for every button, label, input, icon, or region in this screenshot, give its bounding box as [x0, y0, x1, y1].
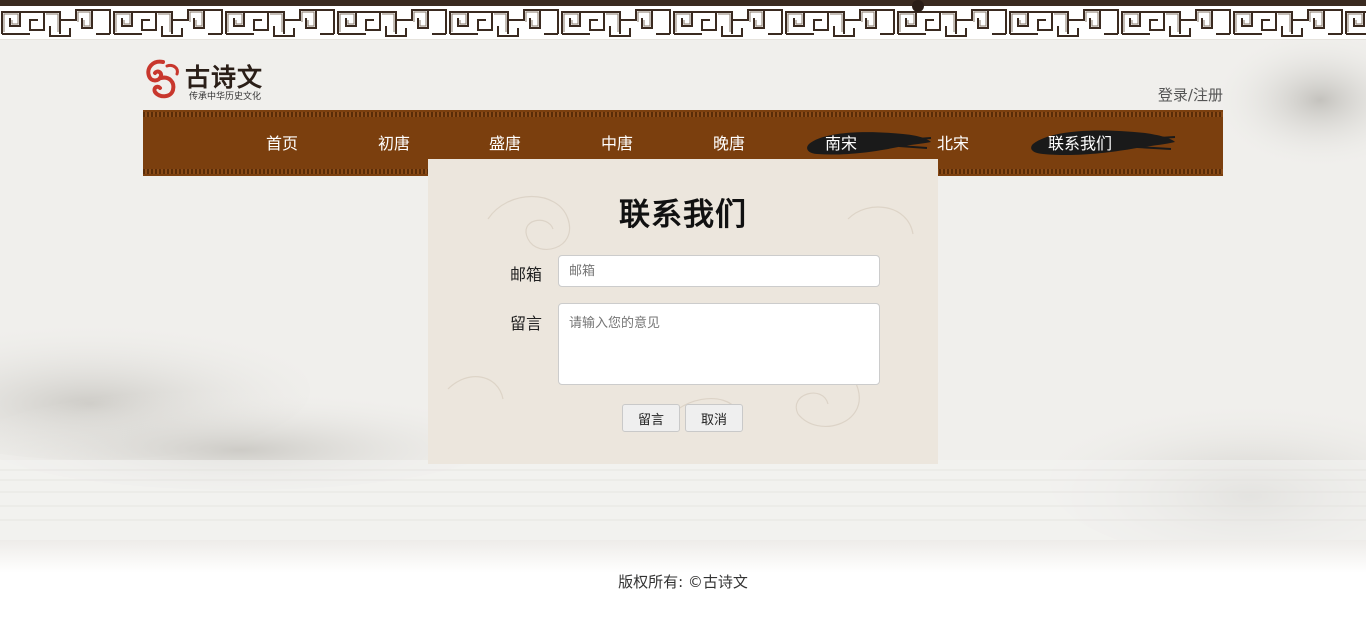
logo-subtitle: 传承中华历史文化	[189, 92, 262, 102]
nav-item-nansong[interactable]: 南宋	[801, 132, 881, 156]
page-footer: 版权所有: ©古诗文	[0, 540, 1366, 623]
email-input[interactable]	[558, 255, 880, 287]
submit-message-button[interactable]: 留言	[622, 404, 680, 432]
message-textarea[interactable]	[558, 303, 880, 385]
nav-item-wantang[interactable]: 晚唐	[689, 132, 769, 156]
copyright-text: 版权所有: ©古诗文	[618, 573, 748, 591]
nav-item-beisong[interactable]: 北宋	[913, 132, 993, 156]
register-link[interactable]: 注册	[1193, 86, 1223, 104]
lattice-pattern	[0, 0, 1366, 39]
logo-emblem-icon	[146, 59, 179, 99]
message-label: 留言	[509, 314, 542, 333]
contact-form-card: 联系我们 邮箱 留言 留言 取消	[428, 159, 938, 464]
nav-item-chutang[interactable]: 初唐	[354, 132, 434, 156]
site-logo[interactable]: 古诗文 传承中华历史文化	[143, 58, 273, 102]
nav-item-contact[interactable]: 联系我们	[1033, 132, 1127, 156]
nav-item-shengtang[interactable]: 盛唐	[465, 132, 545, 156]
top-lattice-border	[0, 0, 1366, 40]
cancel-button[interactable]: 取消	[685, 404, 743, 432]
contact-title: 联系我们	[619, 197, 747, 233]
auth-links: 登录/注册	[1158, 84, 1223, 105]
email-label: 邮箱	[509, 265, 542, 284]
login-link[interactable]: 登录	[1158, 86, 1188, 104]
nav-item-zhongtang[interactable]: 中唐	[577, 132, 657, 156]
nav-item-home[interactable]: 首页	[242, 132, 322, 156]
